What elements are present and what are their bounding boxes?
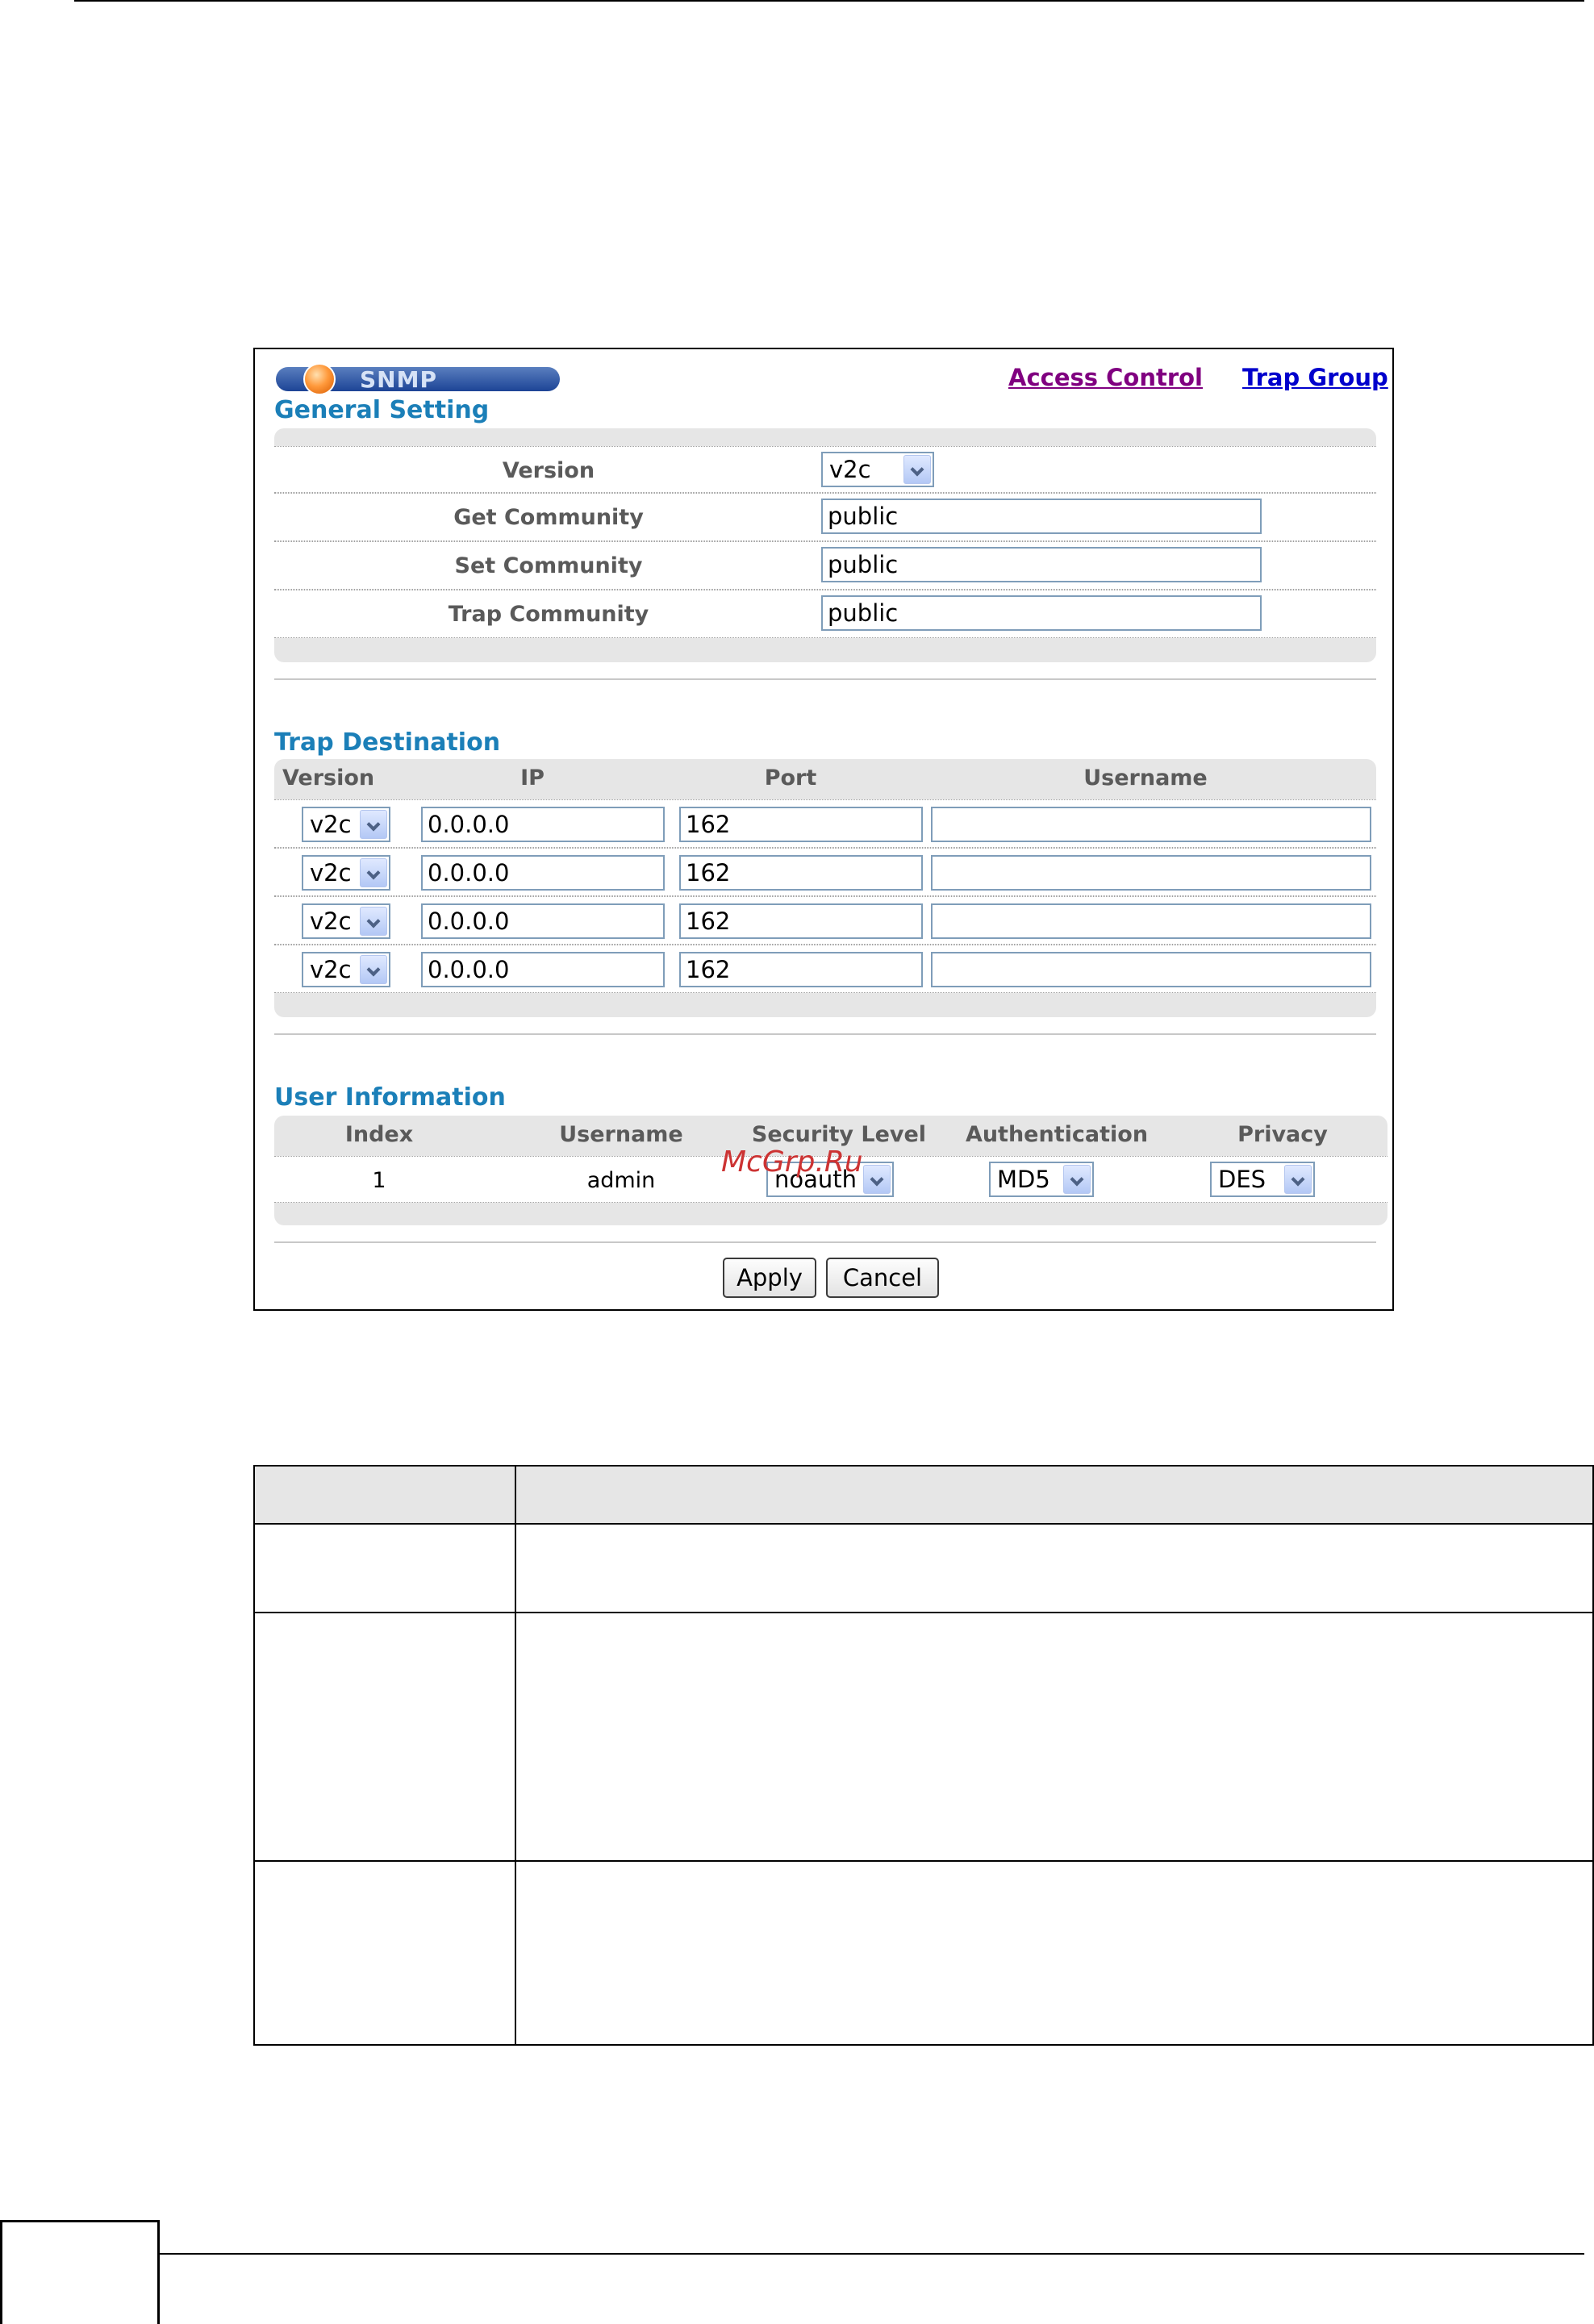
trap-row: v2c 0.0.0.0 162: [274, 848, 1376, 896]
table-cell: [515, 1860, 1594, 2046]
page-number-box: [0, 2220, 160, 2324]
cancel-button[interactable]: Cancel: [826, 1258, 939, 1298]
trap-ip-input[interactable]: 0.0.0.0: [421, 807, 665, 842]
table-header-row: [253, 1465, 1594, 1525]
get-community-row: Get Community public: [274, 493, 1376, 541]
trap-header-ip: IP: [520, 766, 545, 791]
chevron-down-icon: [1063, 1165, 1091, 1194]
table-header-cell: [253, 1465, 516, 1525]
access-control-link[interactable]: Access Control: [1008, 364, 1203, 391]
trap-version-select[interactable]: v2c: [302, 807, 390, 842]
trap-ip-input[interactable]: 0.0.0.0: [421, 855, 665, 891]
trap-header-username: Username: [1083, 766, 1208, 791]
trap-row: v2c 0.0.0.0 162: [274, 945, 1376, 993]
chevron-down-icon: [903, 455, 931, 484]
table-cell: [253, 1860, 516, 2046]
trap-version-select[interactable]: v2c: [302, 903, 390, 939]
user-header-index: Index: [344, 1122, 414, 1147]
orb-icon: [303, 363, 336, 395]
snmp-logo-banner: SNMP: [276, 363, 560, 395]
user-index: 1: [372, 1168, 386, 1193]
table-row: [253, 1612, 1594, 1862]
general-setting-box: Version v2c Get Community public Set Com…: [274, 428, 1376, 662]
watermark-text: McGrp.Ru: [721, 1145, 863, 1179]
table-header-cell: [515, 1465, 1594, 1525]
trap-header-version: Version: [282, 766, 375, 791]
snmp-logo-text: SNMP: [360, 366, 437, 393]
trap-version-value: v2c: [310, 811, 352, 838]
chevron-down-icon: [1284, 1165, 1312, 1194]
trap-username-input[interactable]: [931, 903, 1371, 939]
user-information-title: User Information: [274, 1083, 506, 1112]
trap-group-link[interactable]: Trap Group: [1242, 364, 1388, 391]
chevron-down-icon: [360, 955, 387, 984]
table-row: [253, 1860, 1594, 2046]
authentication-select[interactable]: MD5: [989, 1162, 1094, 1197]
trap-version-select[interactable]: v2c: [302, 952, 390, 987]
trap-port-input[interactable]: 162: [679, 807, 923, 842]
set-community-input[interactable]: public: [821, 547, 1262, 582]
trap-username-input[interactable]: [931, 807, 1371, 842]
trap-row: v2c 0.0.0.0 162: [274, 896, 1376, 945]
trap-version-value: v2c: [310, 859, 352, 887]
trap-community-input[interactable]: public: [821, 595, 1262, 631]
trap-version-select[interactable]: v2c: [302, 855, 390, 891]
set-community-row: Set Community public: [274, 541, 1376, 590]
table-cell: [515, 1612, 1594, 1862]
get-community-label: Get Community: [453, 505, 644, 530]
trap-community-row: Trap Community public: [274, 590, 1376, 638]
trap-port-input[interactable]: 162: [679, 855, 923, 891]
trap-community-label: Trap Community: [448, 602, 649, 627]
apply-button[interactable]: Apply: [723, 1258, 816, 1298]
table-row: [253, 1523, 1594, 1613]
user-header-privacy: Privacy: [1237, 1122, 1328, 1147]
divider: [274, 1241, 1376, 1243]
trap-version-value: v2c: [310, 956, 352, 983]
set-community-label: Set Community: [454, 553, 643, 578]
user-username: admin: [586, 1168, 656, 1193]
description-table: [253, 1465, 1594, 2046]
chevron-down-icon: [360, 907, 387, 936]
trap-ip-input[interactable]: 0.0.0.0: [421, 952, 665, 987]
user-header-security-level: Security Level: [751, 1122, 927, 1147]
user-header-username: Username: [559, 1122, 683, 1147]
trap-port-input[interactable]: 162: [679, 952, 923, 987]
trap-destination-box: Version IP Port Username v2c 0.0.0.0 162…: [274, 759, 1376, 1017]
version-select-value: v2c: [829, 456, 871, 483]
chevron-down-icon: [360, 810, 387, 839]
trap-row: v2c 0.0.0.0 162: [274, 799, 1376, 848]
get-community-input[interactable]: public: [821, 499, 1262, 534]
authentication-value: MD5: [997, 1166, 1050, 1193]
general-setting-title: General Setting: [274, 396, 490, 424]
trap-port-input[interactable]: 162: [679, 903, 923, 939]
trap-destination-title: Trap Destination: [274, 728, 501, 757]
version-row: Version v2c: [274, 446, 1376, 493]
trap-username-input[interactable]: [931, 952, 1371, 987]
divider: [274, 1033, 1376, 1035]
chevron-down-icon: [863, 1165, 891, 1194]
divider: [274, 678, 1376, 680]
trap-username-input[interactable]: [931, 855, 1371, 891]
table-cell: [253, 1523, 516, 1613]
user-header-authentication: Authentication: [965, 1122, 1149, 1147]
table-cell: [515, 1523, 1594, 1613]
trap-version-value: v2c: [310, 907, 352, 935]
footer-rule: [160, 2253, 1584, 2255]
trap-ip-input[interactable]: 0.0.0.0: [421, 903, 665, 939]
page-top-rule: [74, 0, 1584, 2]
version-label: Version: [502, 458, 595, 483]
table-cell: [253, 1612, 516, 1862]
version-select[interactable]: v2c: [821, 452, 934, 487]
trap-header-port: Port: [764, 766, 817, 791]
chevron-down-icon: [360, 858, 387, 887]
privacy-select[interactable]: DES: [1210, 1162, 1315, 1197]
privacy-value: DES: [1218, 1166, 1266, 1193]
